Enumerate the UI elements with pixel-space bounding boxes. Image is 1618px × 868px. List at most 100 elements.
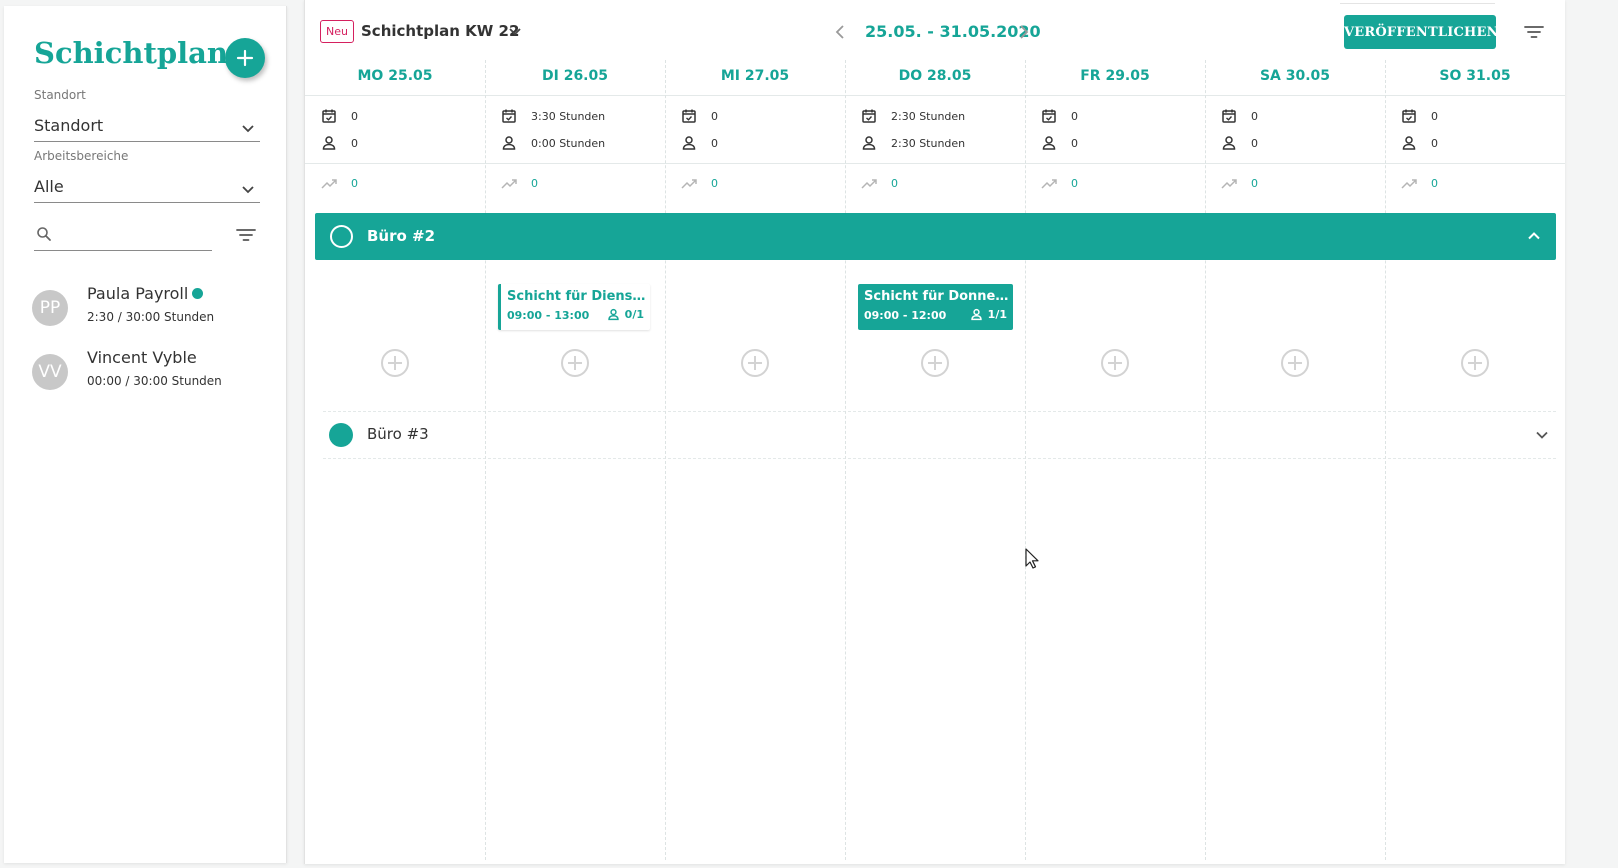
chevron-down-icon <box>509 28 521 36</box>
add-shift-button[interactable] <box>1460 348 1490 378</box>
standort-label: Standort <box>34 88 86 102</box>
next-week-button[interactable] <box>1017 23 1031 41</box>
planned-hours: 0 <box>351 109 358 123</box>
add-shift-button[interactable] <box>560 348 590 378</box>
person-icon <box>1402 136 1416 150</box>
plus-circle-icon <box>1281 349 1309 377</box>
assigned-hours: 0 <box>1251 136 1258 150</box>
day-header: DO 28.05 <box>898 68 972 84</box>
day-header: SA 30.05 <box>1259 68 1331 84</box>
plus-icon <box>236 49 254 67</box>
add-shift-button[interactable] <box>1100 348 1130 378</box>
calendar-check-icon <box>322 109 336 123</box>
shift-title: Schicht für Donnerst... <box>864 289 1009 304</box>
person-icon <box>1222 136 1236 150</box>
staff-count: 1/1 <box>987 308 1007 321</box>
publish-button[interactable]: VERÖFFENTLICHEN <box>1344 15 1499 49</box>
group-header-buero-2[interactable]: Büro #2 <box>315 213 1556 260</box>
day-column-fr: FR 29.05 0 0 0 <box>1025 60 1205 210</box>
assigned-hours: 0:00 Stunden <box>531 136 606 150</box>
arbeitsbereiche-value: Alle <box>34 177 64 196</box>
planned-hours: 3:30 Stunden <box>531 109 606 123</box>
day-header: FR 29.05 <box>1080 68 1150 84</box>
person-icon <box>862 136 876 150</box>
planned-hours: 0 <box>1251 109 1258 123</box>
shift-time: 09:00 - 13:00 <box>507 309 590 322</box>
shift-title: Schicht für Dienstag <box>507 289 647 304</box>
previous-week-button[interactable] <box>833 23 847 41</box>
online-status-dot <box>192 288 204 299</box>
search-input[interactable] <box>58 225 208 247</box>
expand-button[interactable] <box>1534 427 1550 443</box>
shift-card[interactable]: Schicht für Dienstag 09:00 - 13:00 0/1 <box>498 284 650 330</box>
add-button[interactable] <box>225 38 265 78</box>
assigned-hours: 0 <box>711 136 718 150</box>
assigned-hours: 0 <box>1431 136 1438 150</box>
plan-dropdown-button[interactable] <box>507 25 523 39</box>
group-select-toggle[interactable] <box>330 225 353 248</box>
calendar-check-icon <box>1222 109 1236 123</box>
schedule-panel: Neu Schichtplan KW 22 25.05. - 31.05.202… <box>304 0 1565 864</box>
group-title: Büro #3 <box>367 425 429 443</box>
group-title: Büro #2 <box>367 227 436 245</box>
day-header: MO 25.05 <box>357 68 433 84</box>
mouse-cursor-icon <box>1025 548 1039 569</box>
day-column-so: SO 31.05 0 0 0 <box>1385 60 1565 210</box>
standort-select[interactable]: Standort Standort <box>34 88 260 142</box>
calendar-check-icon <box>1042 109 1056 123</box>
divider <box>323 458 1556 459</box>
search-icon <box>37 227 51 241</box>
employee-name: Vincent Vyble <box>87 348 197 367</box>
group-select-toggle[interactable] <box>329 423 353 447</box>
assigned-hours: 0 <box>351 136 358 150</box>
add-shift-button[interactable] <box>1280 348 1310 378</box>
day-header: DI 26.05 <box>542 68 608 84</box>
add-shift-button[interactable] <box>920 348 950 378</box>
trend-value: 0 <box>531 177 538 190</box>
calendar-check-icon <box>862 109 876 123</box>
standort-value: Standort <box>34 116 104 135</box>
add-shift-button[interactable] <box>380 348 410 378</box>
calendar-check-icon <box>682 109 696 123</box>
employee-item[interactable]: PP Paula Payroll 2:30 / 30:00 Stunden <box>32 284 272 334</box>
person-icon <box>607 308 619 321</box>
avatar: VV <box>32 354 68 390</box>
trending-up-icon <box>1401 178 1417 189</box>
trend-value: 0 <box>351 177 358 190</box>
collapse-button[interactable] <box>1526 228 1542 244</box>
plus-circle-icon <box>921 349 949 377</box>
plus-circle-icon <box>741 349 769 377</box>
employee-item[interactable]: VV Vincent Vyble 00:00 / 30:00 Stunden <box>32 348 272 398</box>
planned-hours: 2:30 Stunden <box>891 109 966 123</box>
filter-button[interactable] <box>1523 23 1545 41</box>
group-header-buero-3[interactable]: Büro #3 <box>323 411 1556 458</box>
trending-up-icon <box>861 178 877 189</box>
trend-value: 0 <box>891 177 898 190</box>
arbeitsbereiche-select[interactable]: Arbeitsbereiche Alle <box>34 149 260 203</box>
person-icon <box>322 136 336 150</box>
planned-hours: 0 <box>1071 109 1078 123</box>
plus-circle-icon <box>1101 349 1129 377</box>
assigned-hours: 2:30 Stunden <box>891 136 966 150</box>
shift-card[interactable]: Schicht für Donnerst... 09:00 - 12:00 1/… <box>858 284 1013 330</box>
employee-search <box>34 223 212 251</box>
day-column-mi: MI 27.05 0 0 0 <box>665 60 845 210</box>
new-badge: Neu <box>320 20 354 43</box>
arbeitsbereiche-label: Arbeitsbereiche <box>34 149 129 163</box>
divider <box>1340 0 1495 4</box>
trending-up-icon <box>1041 178 1057 189</box>
planned-hours: 0 <box>711 109 718 123</box>
day-column-mo: MO 25.05 0 0 0 <box>305 60 485 210</box>
person-icon <box>502 136 516 150</box>
planned-hours: 0 <box>1431 109 1438 123</box>
trend-value: 0 <box>1431 177 1438 190</box>
avatar: PP <box>32 290 68 326</box>
filter-button[interactable] <box>236 227 256 243</box>
trend-value: 0 <box>711 177 718 190</box>
chevron-right-icon <box>1020 25 1029 39</box>
trend-value: 0 <box>1071 177 1078 190</box>
day-column-di: DI 26.05 3:30 Stunden 0:00 Stunden 0 <box>485 60 665 210</box>
add-shift-button[interactable] <box>740 348 770 378</box>
filter-icon <box>1524 26 1544 38</box>
trend-value: 0 <box>1251 177 1258 190</box>
